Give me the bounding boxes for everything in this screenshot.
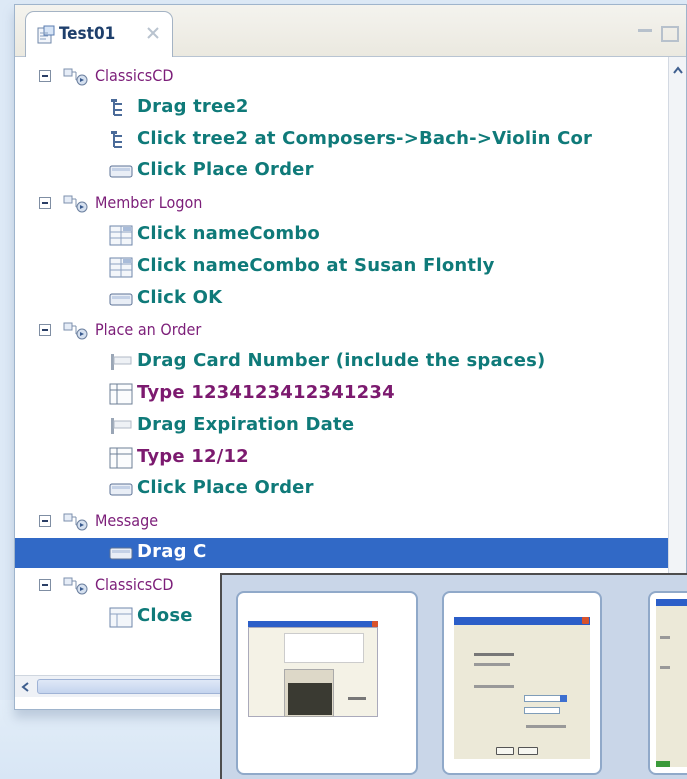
tree-icon [109,97,133,119]
group-icon [63,66,89,86]
thumbnail-member-logon[interactable] [442,591,602,775]
mini-tree [284,633,364,663]
tree-icon [109,129,133,151]
label-icon [109,351,133,373]
mini-cancel-button [518,747,538,755]
chevron-left-icon[interactable] [20,681,30,693]
group-icon [63,575,89,595]
mini-text-line [660,636,670,639]
tree-action-row[interactable]: Drag C [15,538,668,568]
tree-action-row[interactable]: Click nameCombo [15,220,668,250]
tree-action-row[interactable]: Click tree2 at Composers->Bach->Violin C… [15,125,668,155]
mini-ok-button [496,747,514,755]
mini-album-art [288,683,332,715]
tree-action-row[interactable]: Click Place Order [15,156,668,186]
mini-title-bar [454,617,590,625]
tree-action-label: Click nameCombo at Susan Flontly [137,254,495,276]
group-icon [63,511,89,531]
thumbnail-classicscd[interactable] [236,591,418,775]
mini-text-line [660,666,670,669]
tab-bar: Test01 [15,5,686,57]
tree-action-row[interactable]: Drag Expiration Date [15,411,668,441]
tree-action-label: Drag C [137,541,207,562]
collapse-toggle-icon[interactable] [39,197,51,210]
group-icon [63,320,89,340]
view-controls [638,26,679,42]
test-script-icon [37,25,55,44]
tree-action-row[interactable]: Drag tree2 [15,93,668,123]
tree-action-label: Click Place Order [137,159,314,181]
screenshot-thumbnails [220,573,687,779]
collapse-toggle-icon[interactable] [39,324,51,337]
tree-group-row[interactable]: Place an Order [15,315,668,345]
tree-action-row[interactable]: Click nameCombo at Susan Flontly [15,252,668,282]
mini-combo-arrow [560,695,567,702]
tree-action-row[interactable]: Type 1234123412341234 [15,379,668,409]
tree-action-row[interactable]: Click OK [15,284,668,314]
group-icon [63,193,89,213]
mini-text-line [474,663,510,666]
tree-group-row[interactable]: Message [15,506,668,536]
minimize-icon[interactable] [638,29,652,32]
mini-text-line [526,725,566,728]
tree-action-label: Type 1234123412341234 [137,382,395,403]
tree-group-label: Member Logon [95,193,203,213]
tree-action-row[interactable]: Click Place Order [15,474,668,504]
mini-window-body [656,606,687,767]
button-icon [109,542,133,564]
tree-action-label: Close [137,604,193,626]
tree-action-label: Click tree2 at Composers->Bach->Violin C… [137,127,593,149]
tab-test01[interactable]: Test01 [25,11,173,57]
tree-group-row[interactable]: Member Logon [15,188,668,218]
tree-action-label: Drag Card Number (include the spaces) [137,350,546,372]
window-icon [109,606,133,628]
mini-close-icon [582,617,589,624]
close-icon[interactable] [144,24,162,42]
button-icon [109,160,133,182]
chevron-up-icon[interactable] [672,65,684,75]
button-icon [109,288,133,310]
tree-action-label: Drag Expiration Date [137,413,355,435]
mini-window [244,599,410,767]
tab-title: Test01 [59,24,116,44]
tree-action-label: Type 12/12 [137,445,249,467]
tree-group-label: ClassicsCD [95,66,174,85]
mini-title-bar [656,599,687,606]
tree-action-label: Drag tree2 [137,95,249,117]
tree-group-label: Message [95,511,159,531]
maximize-icon[interactable] [661,26,679,42]
mini-password [524,707,560,714]
mini-text-line [474,685,514,688]
tree-action-row[interactable]: Drag Card Number (include the spaces) [15,347,668,377]
tree-group-row[interactable]: ClassicsCD [15,61,668,91]
tree-action-label: Click nameCombo [137,223,320,244]
tree-action-label: Click OK [137,286,223,308]
mini-text-line [348,697,366,700]
collapse-toggle-icon[interactable] [39,515,51,528]
thumbnail-place-order[interactable] [648,591,687,775]
collapse-toggle-icon[interactable] [39,70,51,82]
textfield-icon [109,383,133,405]
tree-group-label: Place an Order [95,320,202,340]
mini-window-body [454,625,590,759]
textfield-icon [109,447,133,469]
tree-action-label: Click Place Order [137,477,314,499]
mini-status [656,761,670,767]
collapse-toggle-icon[interactable] [39,578,51,591]
mini-text-line [474,653,514,656]
combo-icon [109,256,133,278]
tree-action-row[interactable]: Type 12/12 [15,443,668,473]
label-icon [109,415,133,437]
combo-icon [109,224,133,246]
button-icon [109,478,133,500]
scroll-thumb[interactable] [37,679,237,694]
tree-group-label: ClassicsCD [95,574,174,594]
